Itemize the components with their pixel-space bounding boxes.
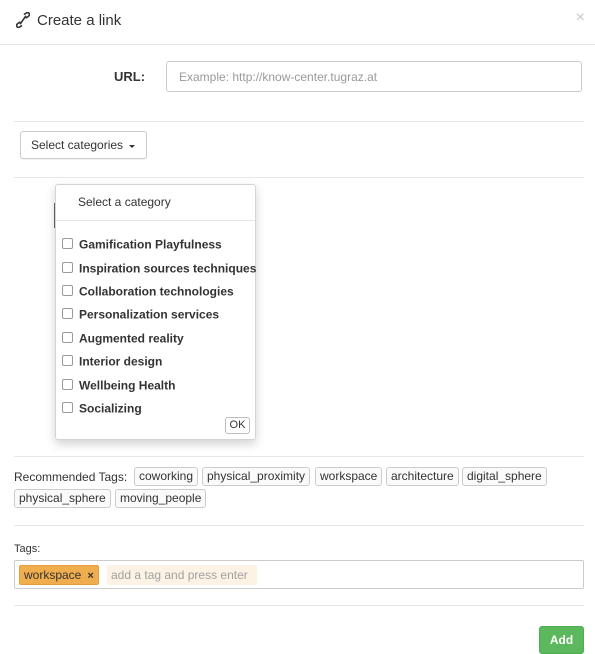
category-item-socializing[interactable]: Socializing	[62, 400, 142, 416]
category-item-inspiration[interactable]: Inspiration sources techniques	[62, 260, 256, 276]
add-button[interactable]: Add	[539, 626, 584, 654]
divider	[14, 177, 584, 178]
recommended-tag[interactable]: workspace	[315, 467, 383, 486]
caret-down-icon	[129, 145, 136, 149]
category-label: Socializing	[79, 401, 142, 416]
recommended-tag[interactable]: coworking	[134, 467, 199, 486]
remove-tag-icon[interactable]: ×	[87, 567, 93, 585]
recommended-tag[interactable]: architecture	[386, 467, 459, 486]
category-checkbox[interactable]	[62, 379, 73, 391]
url-label: URL:	[114, 69, 146, 84]
category-checkbox[interactable]	[62, 402, 73, 414]
category-checkbox[interactable]	[62, 332, 73, 344]
category-dropdown: Select a category Gamification Playfulne…	[55, 184, 256, 440]
tags-label: Tags:	[14, 543, 41, 555]
recommended-tag[interactable]: digital_sphere	[462, 467, 547, 486]
category-item-augmented-reality[interactable]: Augmented reality	[62, 330, 184, 346]
category-label: Wellbeing Health	[79, 378, 176, 393]
divider	[14, 605, 584, 606]
category-label: Personalization services	[79, 307, 220, 322]
recommended-tag[interactable]: physical_proximity	[202, 467, 311, 486]
select-categories-button[interactable]: Select categories	[20, 131, 147, 159]
tag-input[interactable]	[107, 565, 257, 585]
category-label: Gamification Playfulness	[79, 237, 222, 252]
category-item-gamification[interactable]: Gamification Playfulness	[62, 236, 222, 252]
link-icon	[15, 11, 31, 29]
select-categories-label: Select categories	[31, 138, 124, 152]
dropdown-divider	[56, 220, 255, 221]
category-label: Collaboration technologies	[79, 284, 234, 299]
modal-title: Create a link	[37, 12, 122, 29]
selected-tag-label: workspace	[24, 568, 82, 582]
category-checkbox[interactable]	[62, 308, 73, 320]
modal-header: Create a link ×	[0, 0, 595, 45]
divider	[14, 456, 584, 457]
recommended-tags-label: Recommended Tags:	[14, 470, 128, 484]
divider	[14, 121, 584, 122]
category-item-wellbeing[interactable]: Wellbeing Health	[62, 377, 175, 393]
category-label: Inspiration sources techniques	[79, 261, 257, 276]
dropdown-header: Select a category	[78, 195, 171, 209]
divider	[14, 525, 584, 526]
close-icon[interactable]: ×	[576, 10, 585, 26]
ok-button[interactable]: OK	[225, 417, 250, 434]
category-item-interior-design[interactable]: Interior design	[62, 353, 162, 369]
recommended-tag[interactable]: physical_sphere	[14, 489, 111, 508]
category-checkbox[interactable]	[62, 285, 73, 297]
category-label: Interior design	[79, 354, 163, 369]
category-label: Augmented reality	[79, 331, 184, 346]
tags-input-box[interactable]: workspace ×	[14, 560, 584, 589]
recommended-tag[interactable]: moving_people	[115, 489, 207, 508]
selected-tag: workspace ×	[19, 565, 99, 585]
category-checkbox[interactable]	[62, 262, 73, 274]
category-checkbox[interactable]	[62, 238, 73, 250]
url-input[interactable]	[166, 61, 582, 92]
category-checkbox[interactable]	[62, 355, 73, 367]
category-item-collaboration[interactable]: Collaboration technologies	[62, 283, 234, 299]
category-item-personalization[interactable]: Personalization services	[62, 306, 219, 322]
